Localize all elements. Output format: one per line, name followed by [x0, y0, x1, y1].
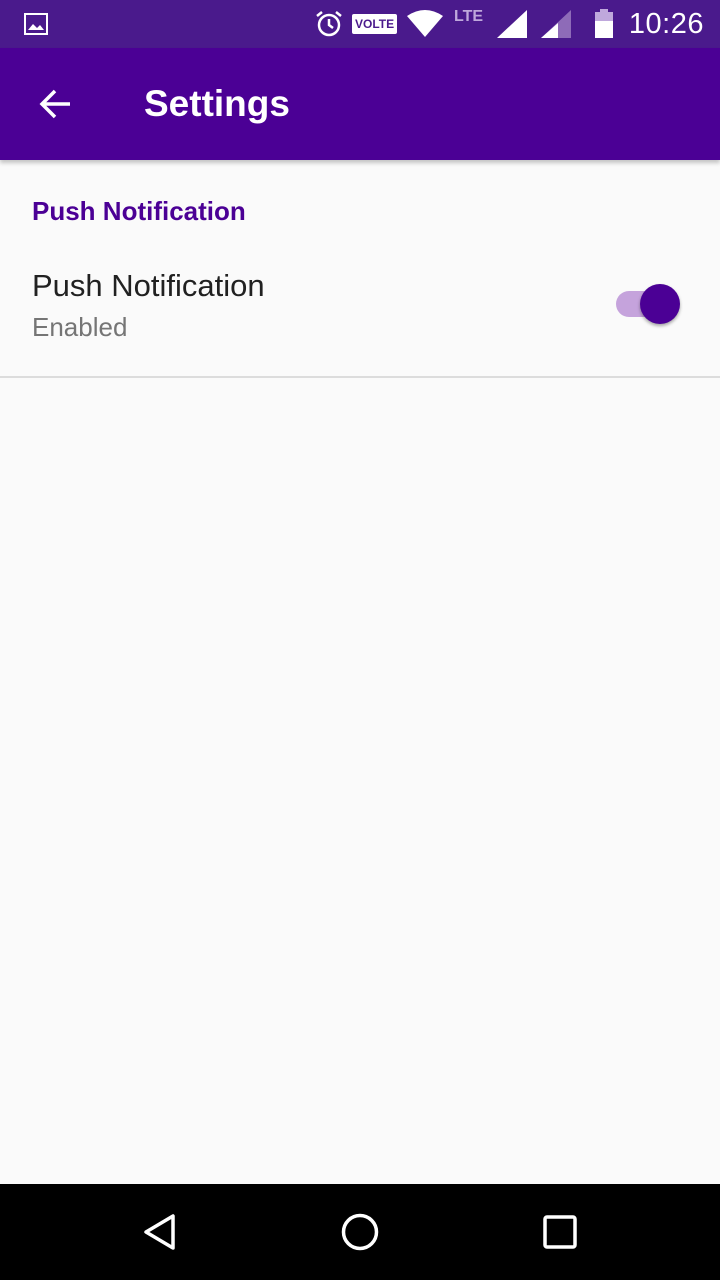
navigation-bar — [0, 1184, 720, 1280]
home-icon — [341, 1213, 379, 1251]
recents-icon — [543, 1215, 577, 1249]
switch-thumb — [640, 284, 680, 324]
alarm-icon — [314, 0, 344, 48]
nav-recents-button[interactable] — [500, 1184, 620, 1280]
battery-icon — [594, 0, 614, 48]
arrow-back-icon — [39, 89, 70, 119]
image-icon — [24, 0, 48, 48]
push-notification-switch[interactable] — [612, 282, 684, 326]
signal-icon-2 — [540, 0, 572, 48]
status-bar: VOLTE LTE 10:26 — [0, 0, 720, 48]
back-button[interactable] — [24, 72, 88, 136]
status-clock: 10:26 — [628, 7, 704, 40]
back-icon — [144, 1214, 175, 1250]
preference-title: Push Notification — [32, 268, 265, 303]
category-title: Push Notification — [32, 196, 246, 226]
page-title: Settings — [144, 83, 290, 124]
settings-list: Push Notification Push Notification Enab… — [0, 160, 720, 1184]
lte-indicator: LTE — [454, 8, 484, 25]
wifi-icon — [406, 0, 444, 48]
app-bar: Settings — [0, 48, 720, 160]
preference-summary: Enabled — [32, 312, 128, 342]
nav-home-button[interactable] — [300, 1184, 420, 1280]
signal-icon — [496, 0, 528, 48]
volte-badge: VOLTE — [352, 0, 398, 48]
push-notification-preference[interactable]: Push Notification Enabled — [0, 248, 720, 376]
divider — [0, 376, 720, 378]
nav-back-button[interactable] — [100, 1184, 220, 1280]
